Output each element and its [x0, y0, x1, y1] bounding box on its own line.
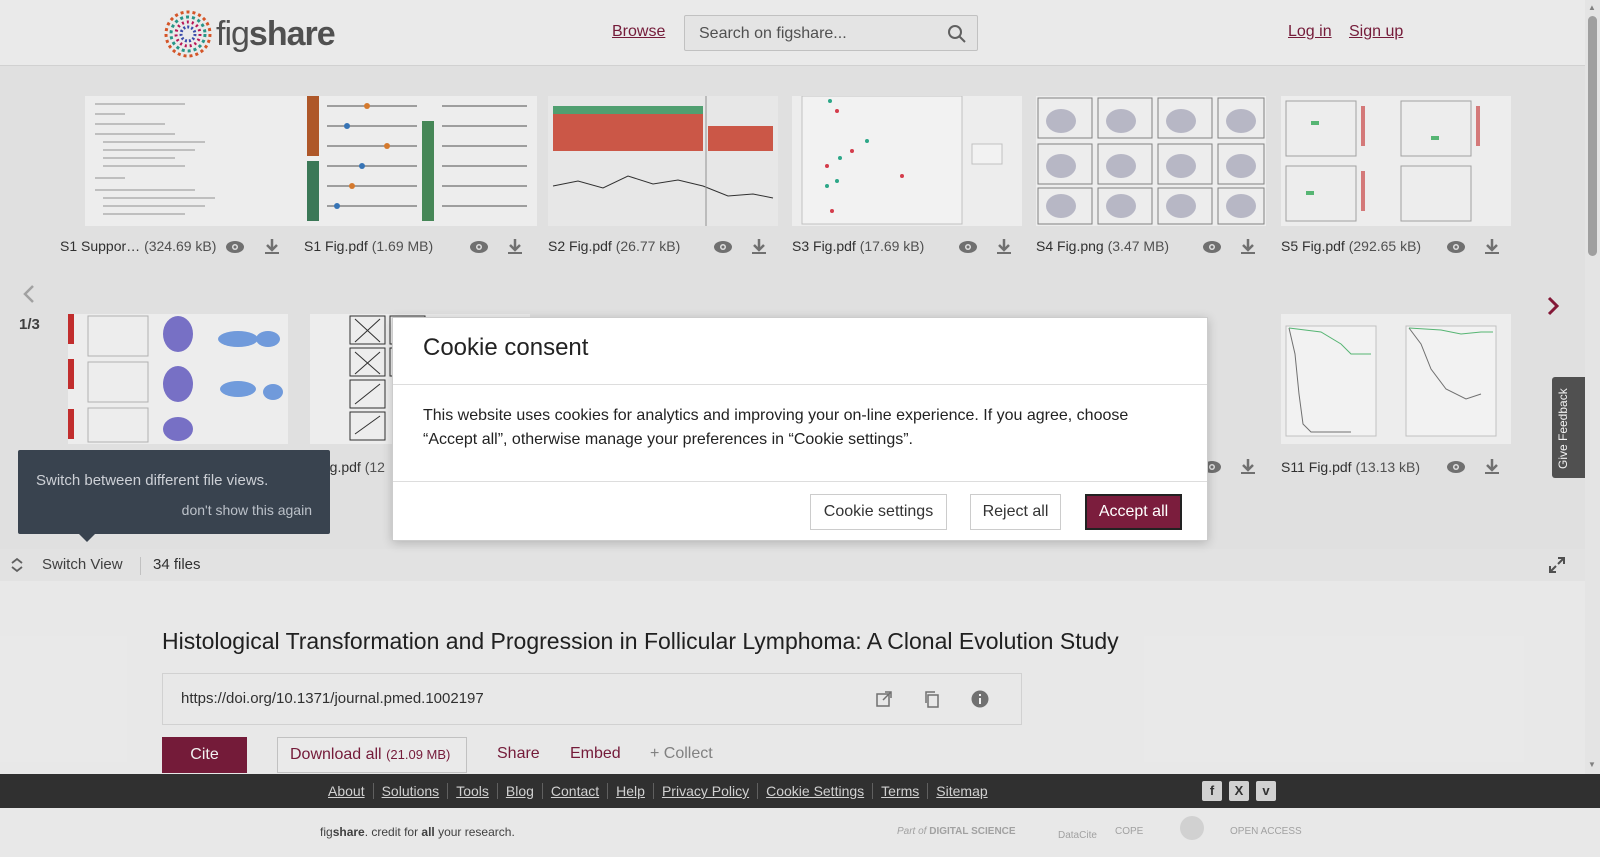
- cookie-consent-dialog: Cookie consent This website uses cookies…: [392, 317, 1208, 541]
- divider: [393, 481, 1207, 482]
- divider: [393, 384, 1207, 385]
- accept-all-button[interactable]: Accept all: [1085, 494, 1182, 530]
- dialog-message: This website uses cookies for analytics …: [423, 407, 1129, 448]
- dialog-title: Cookie consent: [423, 334, 589, 361]
- cookie-settings-button[interactable]: Cookie settings: [810, 494, 947, 530]
- reject-all-button[interactable]: Reject all: [970, 494, 1061, 530]
